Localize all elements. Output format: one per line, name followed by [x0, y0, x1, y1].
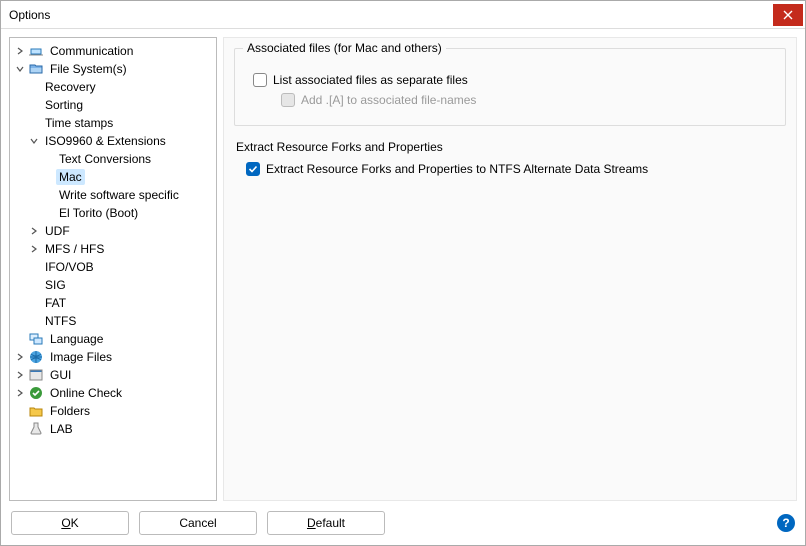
tree-item-communication[interactable]: Communication: [14, 42, 214, 60]
tree-item-sig[interactable]: SIG: [28, 276, 214, 294]
img-icon: [28, 349, 44, 365]
checkbox-add-a-suffix-label: Add .[A] to associated file-names: [301, 93, 476, 107]
lab-icon: [28, 421, 44, 437]
tree-item-label: Communication: [47, 43, 136, 59]
section-extract-label: Extract Resource Forks and Properties: [236, 140, 786, 154]
tree-item-label: GUI: [47, 367, 74, 383]
button-bar: OK Cancel Default ?: [1, 505, 805, 545]
tree-item-label: UDF: [42, 223, 73, 239]
tree-item-ntfs[interactable]: NTFS: [28, 312, 214, 330]
checkbox-list-associated[interactable]: List associated files as separate files: [253, 73, 773, 87]
close-button[interactable]: [773, 4, 803, 26]
tree-item-label: Recovery: [42, 79, 99, 95]
tree-item-label: Text Conversions: [56, 151, 154, 167]
tree-item-online-check[interactable]: Online Check: [14, 384, 214, 402]
tree-item-language[interactable]: Language: [14, 330, 214, 348]
tree-item-label: Time stamps: [42, 115, 116, 131]
chevron-right-icon[interactable]: [28, 225, 40, 237]
tree-item-text-conversions[interactable]: Text Conversions: [42, 150, 214, 168]
tree-item-label: Language: [47, 331, 106, 347]
default-button[interactable]: Default: [267, 511, 385, 535]
group-associated-files: Associated files (for Mac and others) Li…: [234, 48, 786, 126]
tree-pane[interactable]: Communication File System(s) Recovery Sorti…: [9, 37, 217, 501]
chevron-down-icon[interactable]: [28, 135, 40, 147]
tree-item-label: Online Check: [47, 385, 125, 401]
tree-item-label: Image Files: [47, 349, 115, 365]
tree-item-label: El Torito (Boot): [56, 205, 141, 221]
chevron-right-icon[interactable]: [14, 369, 26, 381]
tree-item-label: Write software specific: [56, 187, 182, 203]
chevron-down-icon[interactable]: [14, 63, 26, 75]
tree-item-label: Folders: [47, 403, 93, 419]
tree-item-label: NTFS: [42, 313, 79, 329]
window-title: Options: [9, 8, 773, 22]
checkbox-add-a-suffix: Add .[A] to associated file-names: [281, 93, 773, 107]
titlebar: Options: [1, 1, 805, 29]
options-tree: Communication File System(s) Recovery Sorti…: [12, 42, 214, 438]
tree-item-folders[interactable]: Folders: [14, 402, 214, 420]
comm-icon: [28, 43, 44, 59]
chevron-right-icon[interactable]: [28, 243, 40, 255]
tree-item-recovery[interactable]: Recovery: [28, 78, 214, 96]
gui-icon: [28, 367, 44, 383]
tree-item-label: File System(s): [47, 61, 130, 77]
tree-item-label: IFO/VOB: [42, 259, 97, 275]
tree-item-file-system-s[interactable]: File System(s): [14, 60, 214, 78]
tree-item-time-stamps[interactable]: Time stamps: [28, 114, 214, 132]
tree-item-write-software-specific[interactable]: Write software specific: [42, 186, 214, 204]
chevron-right-icon[interactable]: [14, 45, 26, 57]
fs-icon: [28, 61, 44, 77]
tree-item-lab[interactable]: LAB: [14, 420, 214, 438]
tree-item-label: Mac: [56, 169, 85, 185]
folder-icon: [28, 403, 44, 419]
cancel-button[interactable]: Cancel: [139, 511, 257, 535]
tree-item-iso9960-extensions[interactable]: ISO9960 & Extensions: [28, 132, 214, 150]
tree-item-udf[interactable]: UDF: [28, 222, 214, 240]
checkbox-list-associated-label: List associated files as separate files: [273, 73, 468, 87]
content-pane: Associated files (for Mac and others) Li…: [223, 37, 797, 501]
tree-item-label: Sorting: [42, 97, 86, 113]
tree-item-fat[interactable]: FAT: [28, 294, 214, 312]
tree-item-label: LAB: [47, 421, 76, 437]
tree-item-el-torito-boot[interactable]: El Torito (Boot): [42, 204, 214, 222]
checkbox-extract-forks[interactable]: Extract Resource Forks and Properties to…: [246, 162, 786, 176]
chevron-right-icon[interactable]: [14, 351, 26, 363]
checkbox-extract-forks-label: Extract Resource Forks and Properties to…: [266, 162, 648, 176]
chevron-right-icon[interactable]: [14, 387, 26, 399]
group-associated-legend: Associated files (for Mac and others): [243, 41, 446, 55]
tree-item-gui[interactable]: GUI: [14, 366, 214, 384]
online-icon: [28, 385, 44, 401]
help-button[interactable]: ?: [777, 514, 795, 532]
lang-icon: [28, 331, 44, 347]
tree-item-mfs-hfs[interactable]: MFS / HFS: [28, 240, 214, 258]
dialog-body: Communication File System(s) Recovery Sorti…: [1, 29, 805, 505]
close-icon: [783, 10, 793, 20]
tree-item-label: MFS / HFS: [42, 241, 107, 257]
ok-button[interactable]: OK: [11, 511, 129, 535]
tree-item-label: ISO9960 & Extensions: [42, 133, 169, 149]
tree-item-ifo-vob[interactable]: IFO/VOB: [28, 258, 214, 276]
tree-item-label: FAT: [42, 295, 69, 311]
tree-item-label: SIG: [42, 277, 69, 293]
checkbox-extract-forks-box[interactable]: [246, 162, 260, 176]
checkbox-add-a-suffix-box: [281, 93, 295, 107]
tree-item-mac[interactable]: Mac: [42, 168, 214, 186]
tree-item-sorting[interactable]: Sorting: [28, 96, 214, 114]
checkbox-list-associated-box[interactable]: [253, 73, 267, 87]
tree-item-image-files[interactable]: Image Files: [14, 348, 214, 366]
